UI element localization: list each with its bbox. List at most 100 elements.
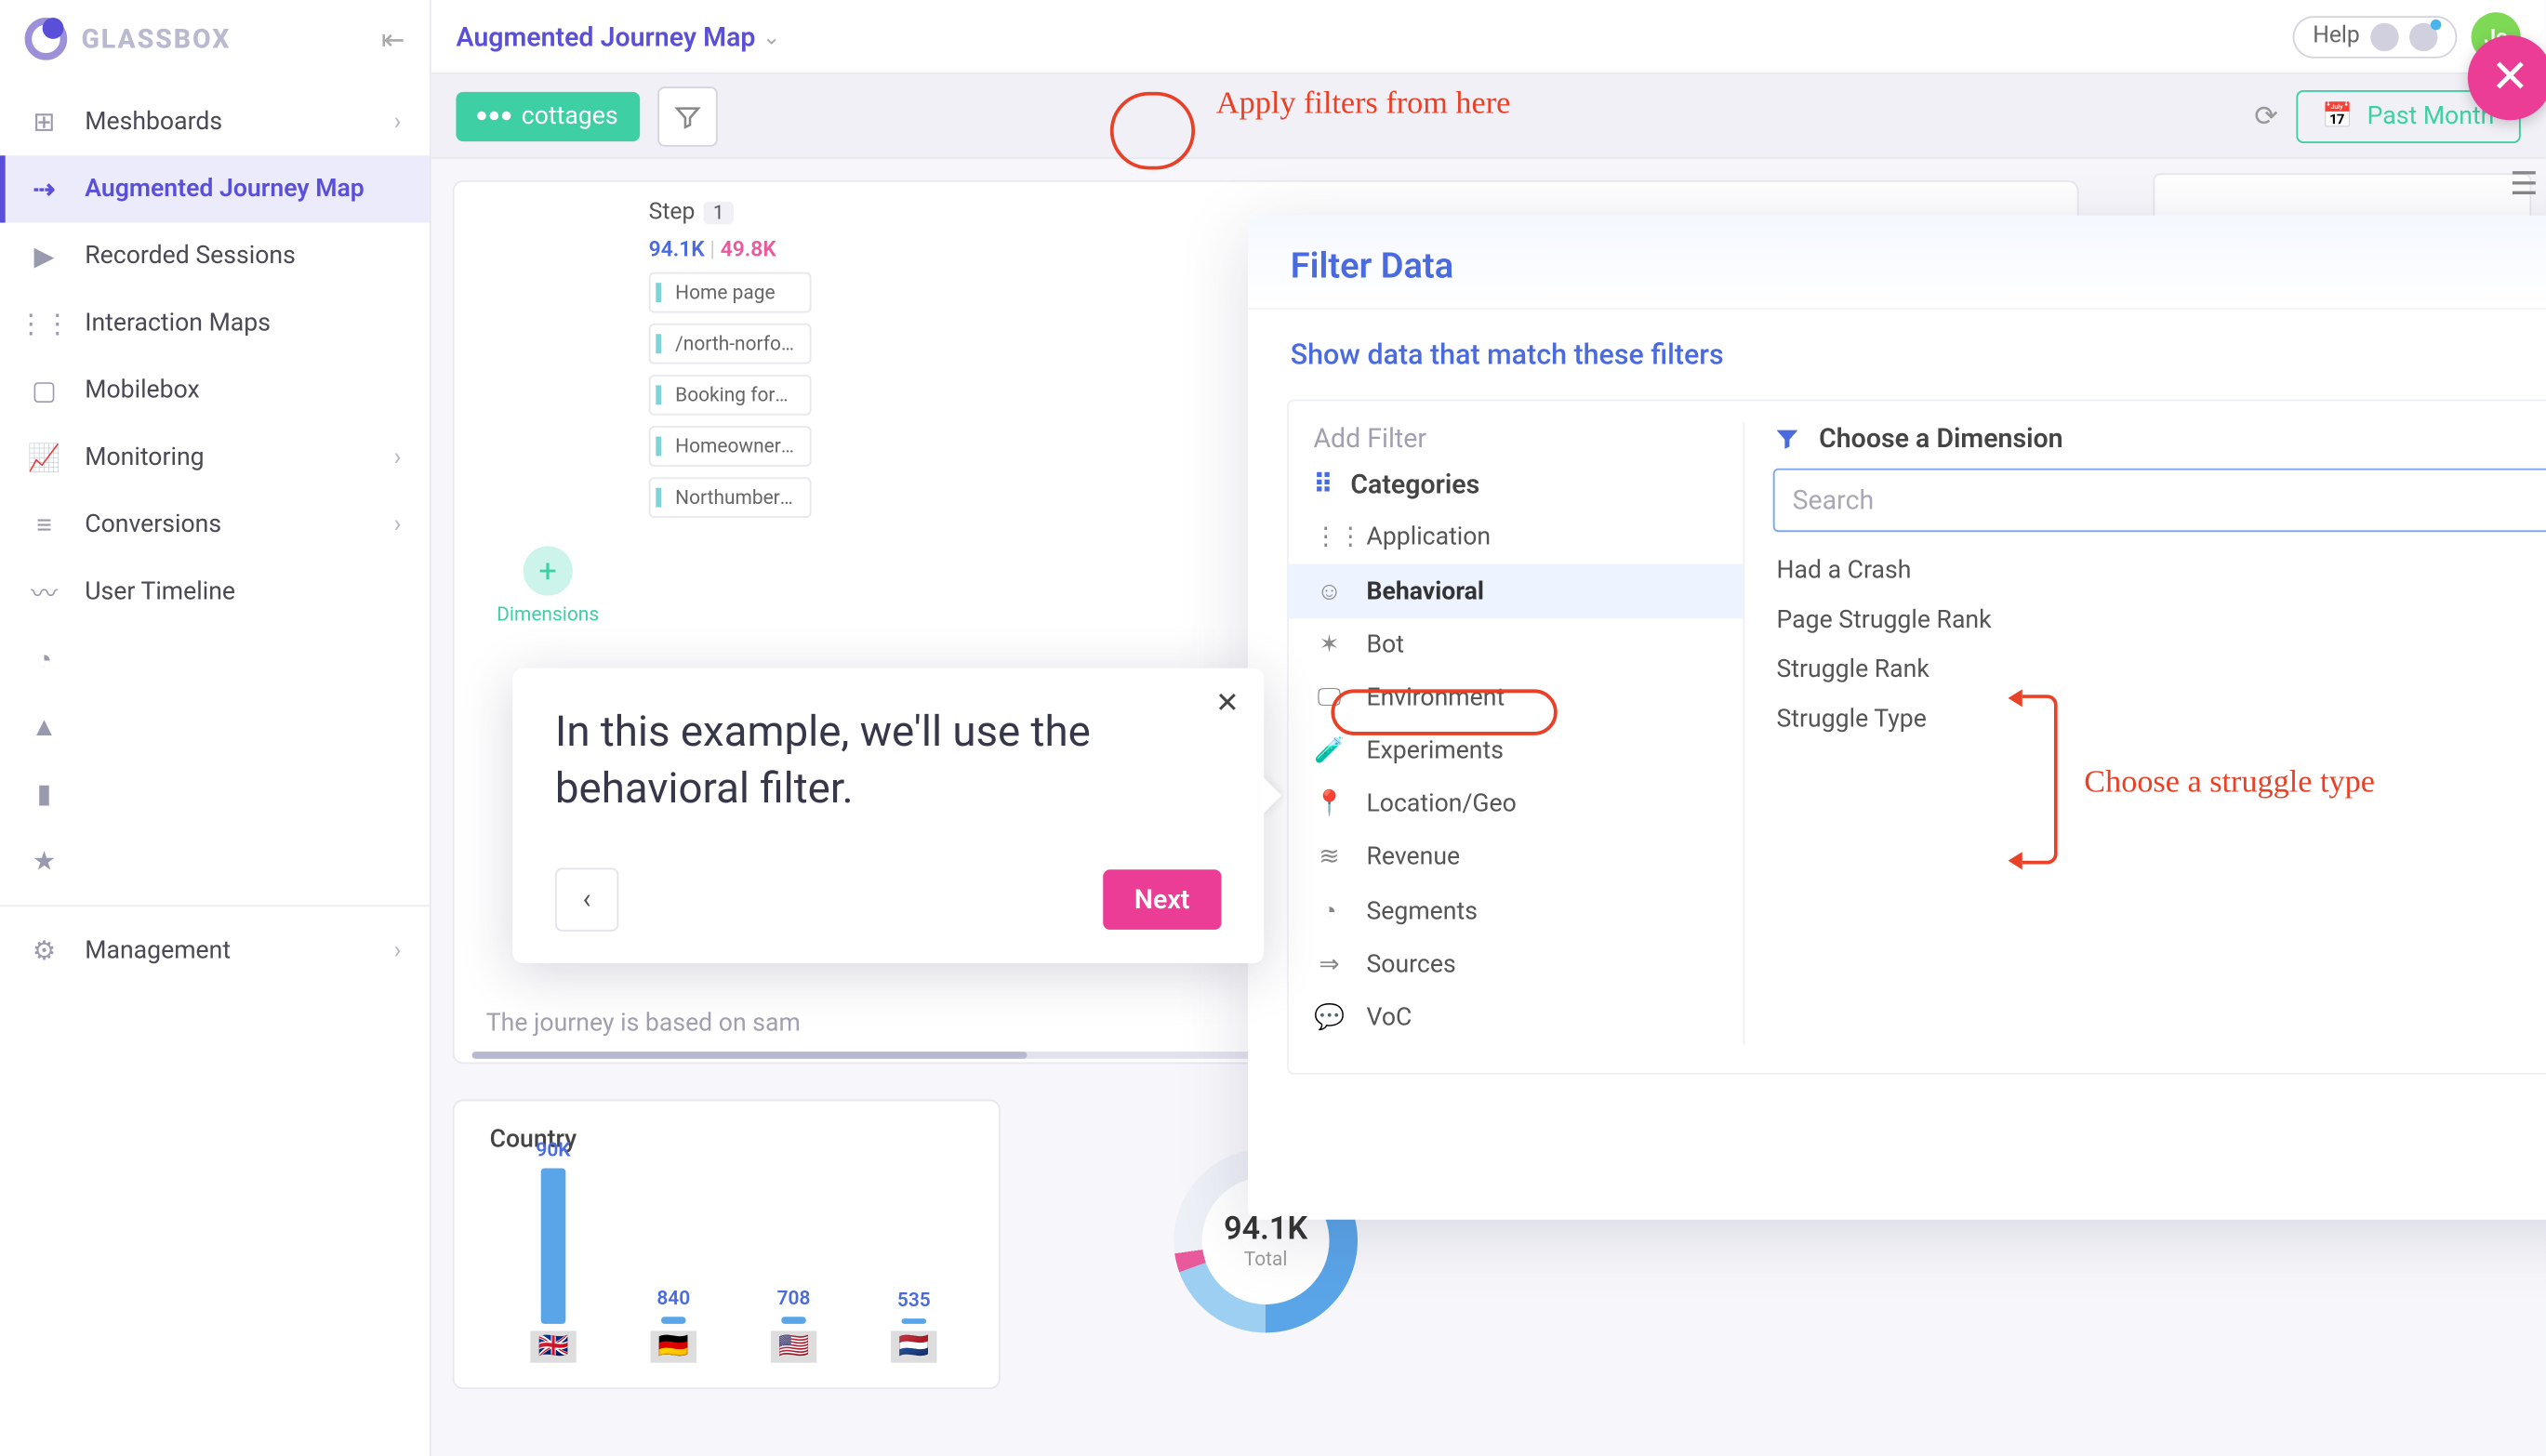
dimensions-list: Had a CrashPage Struggle RankStruggle Ra…	[1773, 532, 2546, 744]
refresh-button[interactable]: ⟳	[2254, 99, 2277, 132]
add-filter-label: Add Filter	[1289, 422, 1744, 468]
hamburger-icon[interactable]: ☰	[2510, 166, 2539, 204]
donut-label: Total	[1224, 1248, 1307, 1271]
category-icon: 🧪	[1313, 737, 1345, 765]
nav-item[interactable]: 📈Monitoring›	[0, 424, 430, 491]
dimension-item[interactable]: Struggle Type	[1773, 695, 2546, 744]
nav: ⊞Meshboards›⇢Augmented Journey Map▶Recor…	[0, 78, 430, 906]
chevron-right-icon: ›	[394, 108, 402, 136]
nav-icon: ⇢	[28, 173, 60, 205]
step-item[interactable]: Northumberlan…	[649, 477, 812, 518]
nav-icon: ★	[28, 845, 60, 877]
nav-icon: ⊞	[28, 106, 60, 138]
collapse-icon[interactable]: ⇤	[381, 22, 404, 56]
nav-item[interactable]: ⊞Meshboards›	[0, 88, 430, 155]
chevron-down-icon[interactable]: ⌄	[762, 24, 780, 49]
nav-label: Interaction Maps	[85, 310, 271, 338]
nav-label: Management	[85, 937, 231, 965]
category-item[interactable]: 🖵Environment	[1289, 671, 1744, 724]
search-input[interactable]	[1773, 469, 2546, 532]
chevron-right-icon: ›	[394, 937, 402, 965]
bar	[902, 1318, 927, 1324]
next-button[interactable]: Next	[1103, 869, 1222, 930]
nav-item[interactable]: ⋮⋮Interaction Maps	[0, 290, 430, 357]
category-item[interactable]: ≋Revenue	[1289, 830, 1744, 883]
category-icon: ◔	[1313, 896, 1345, 926]
chip-icon	[477, 112, 511, 121]
calendar-icon: 📅	[2322, 101, 2353, 129]
nav-icon: ◔	[28, 643, 60, 675]
close-tour-button[interactable]: ✕	[2468, 35, 2546, 120]
nav-item[interactable]: ◔	[0, 626, 430, 693]
nav-label: Mobilebox	[85, 377, 199, 404]
nav-item-management[interactable]: ⚙ Management ›	[0, 918, 430, 985]
category-item[interactable]: ◔ Segments	[1289, 884, 1744, 939]
categories-list: ⋮⋮Application☺Behavioral ✶ Bot 🖵Environment…	[1289, 510, 1744, 1044]
flag-icon: 🇩🇪	[651, 1330, 696, 1362]
category-item[interactable]: 💬VoC	[1289, 991, 1744, 1044]
nav-item[interactable]: ▶Recorded Sessions	[0, 223, 430, 290]
category-item[interactable]: 🧪Experiments	[1289, 724, 1744, 777]
dimensions-button[interactable]: + Dimensions	[497, 546, 599, 626]
coach-text: In this example, we'll use the behaviora…	[555, 704, 1222, 818]
journey-note: The journey is based on sam	[486, 1009, 801, 1037]
bar	[781, 1317, 806, 1324]
step-stats: 94.1K|49.8K	[649, 237, 812, 262]
nav-label: Monitoring	[85, 443, 204, 471]
step-label: Step	[649, 200, 696, 227]
annotation-text: Apply filters from here	[1216, 85, 1510, 122]
category-icon: ✶	[1313, 631, 1345, 659]
bar	[661, 1317, 686, 1324]
category-item[interactable]: ✶ Bot	[1289, 618, 1744, 671]
category-icon: ☺	[1313, 576, 1345, 606]
close-icon[interactable]: ✕	[1215, 686, 1239, 720]
step-item[interactable]: Booking form …	[649, 375, 812, 416]
sidebar: GLASSBOX ⇤ ⊞Meshboards›⇢Augmented Journe…	[0, 0, 431, 1456]
dimension-item[interactable]: Struggle Rank	[1773, 645, 2546, 695]
help-button[interactable]: Help	[2293, 15, 2457, 58]
app-chip[interactable]: cottages	[456, 91, 639, 140]
page-title[interactable]: Augmented Journey Map	[456, 20, 755, 52]
flag-icon: 🇬🇧	[530, 1330, 576, 1362]
category-item[interactable]: ☺Behavioral	[1289, 563, 1744, 618]
category-label: Revenue	[1366, 843, 1460, 871]
category-item[interactable]: ⇒Sources	[1289, 938, 1744, 991]
bar-col: 90K 🇬🇧	[518, 1138, 589, 1362]
nav-item[interactable]: ≡Conversions›	[0, 491, 430, 558]
nav-label: Conversions	[85, 510, 221, 538]
nav-item[interactable]: ▮	[0, 760, 430, 827]
nav-icon: ▢	[28, 375, 60, 406]
step-item[interactable]: Home page	[649, 272, 812, 313]
grid-icon: ⠿	[1313, 469, 1333, 500]
category-label: Segments	[1366, 897, 1477, 925]
topbar: Augmented Journey Map ⌄ Help Jo	[431, 0, 2546, 74]
dimension-item[interactable]: Had a Crash	[1773, 546, 2546, 595]
donut-value: 94.1K	[1224, 1211, 1307, 1248]
back-button[interactable]: ‹	[555, 867, 618, 931]
step-item[interactable]: Homeowner sig…	[649, 426, 812, 467]
bar-value: 90K	[536, 1138, 570, 1161]
nav-item[interactable]: ⇢Augmented Journey Map	[0, 155, 430, 222]
nav-item[interactable]: ★	[0, 827, 430, 894]
nav-item[interactable]: 〰User Timeline	[0, 559, 430, 626]
category-icon: ⇒	[1313, 951, 1345, 979]
menu-icon	[2409, 22, 2437, 50]
modal-header: Filter Data ✕	[1248, 216, 2546, 310]
category-item[interactable]: 📍Location/Geo	[1289, 777, 1744, 830]
filter-icon	[1773, 424, 1801, 452]
annotation-text: Choose a struggle type	[2084, 763, 2375, 801]
bar	[541, 1169, 566, 1324]
nav-item[interactable]: ▢ Mobilebox	[0, 357, 430, 424]
nav-item[interactable]: ▲	[0, 693, 430, 760]
dimension-item[interactable]: Page Struggle Rank	[1773, 596, 2546, 645]
categories-header: ⠿ Categories	[1289, 469, 1744, 511]
nav-label: Recorded Sessions	[85, 242, 296, 270]
filter-button[interactable]	[656, 86, 717, 146]
dimension-title: Choose a Dimension	[1819, 422, 2062, 454]
nav-bottom: ⚙ Management ›	[0, 905, 430, 1456]
modal-title: Filter Data	[1291, 244, 1453, 286]
step-item[interactable]: /north-norfol…	[649, 324, 812, 364]
category-label: Bot	[1366, 631, 1403, 659]
category-item[interactable]: ⋮⋮Application	[1289, 510, 1744, 563]
dimension-header: Choose a Dimension	[1773, 422, 2546, 468]
